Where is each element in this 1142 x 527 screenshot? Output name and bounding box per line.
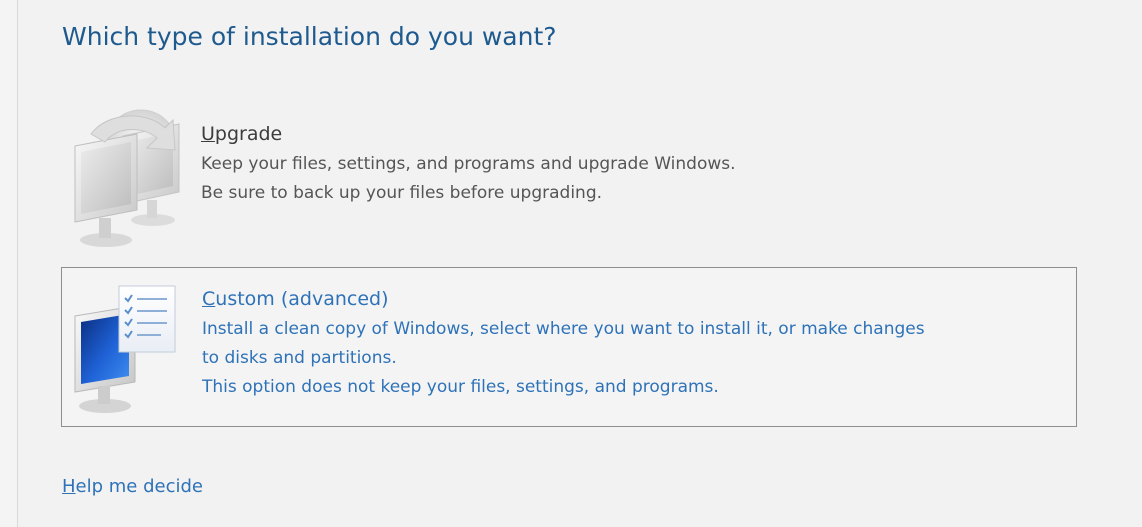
upgrade-option-text: Upgrade Keep your files, settings, and p… <box>201 119 736 208</box>
custom-option-desc-line-2: to disks and partitions. <box>202 348 397 368</box>
upgrade-option[interactable]: Upgrade Keep your files, settings, and p… <box>61 106 1077 250</box>
upgrade-option-label: Upgrade <box>201 123 283 145</box>
upgrade-computers-icon <box>61 106 191 254</box>
upgrade-option-desc-line-2: Be sure to back up your files before upg… <box>201 183 603 203</box>
custom-advanced-option[interactable]: Custom (advanced) Install a clean copy o… <box>61 267 1077 427</box>
installation-type-panel: Which type of installation do you want? <box>17 0 1142 527</box>
upgrade-option-desc-line-1: Keep your files, settings, and programs … <box>201 154 736 174</box>
page-title: Which type of installation do you want? <box>62 22 557 51</box>
custom-option-label: Custom (advanced) <box>202 288 389 310</box>
custom-install-computer-icon <box>61 278 191 422</box>
custom-option-desc-line-1: Install a clean copy of Windows, select … <box>202 319 925 339</box>
help-me-decide-link[interactable]: Help me decide <box>62 476 203 497</box>
custom-option-text: Custom (advanced) Install a clean copy o… <box>202 284 925 402</box>
custom-option-desc-line-3: This option does not keep your files, se… <box>202 377 719 397</box>
